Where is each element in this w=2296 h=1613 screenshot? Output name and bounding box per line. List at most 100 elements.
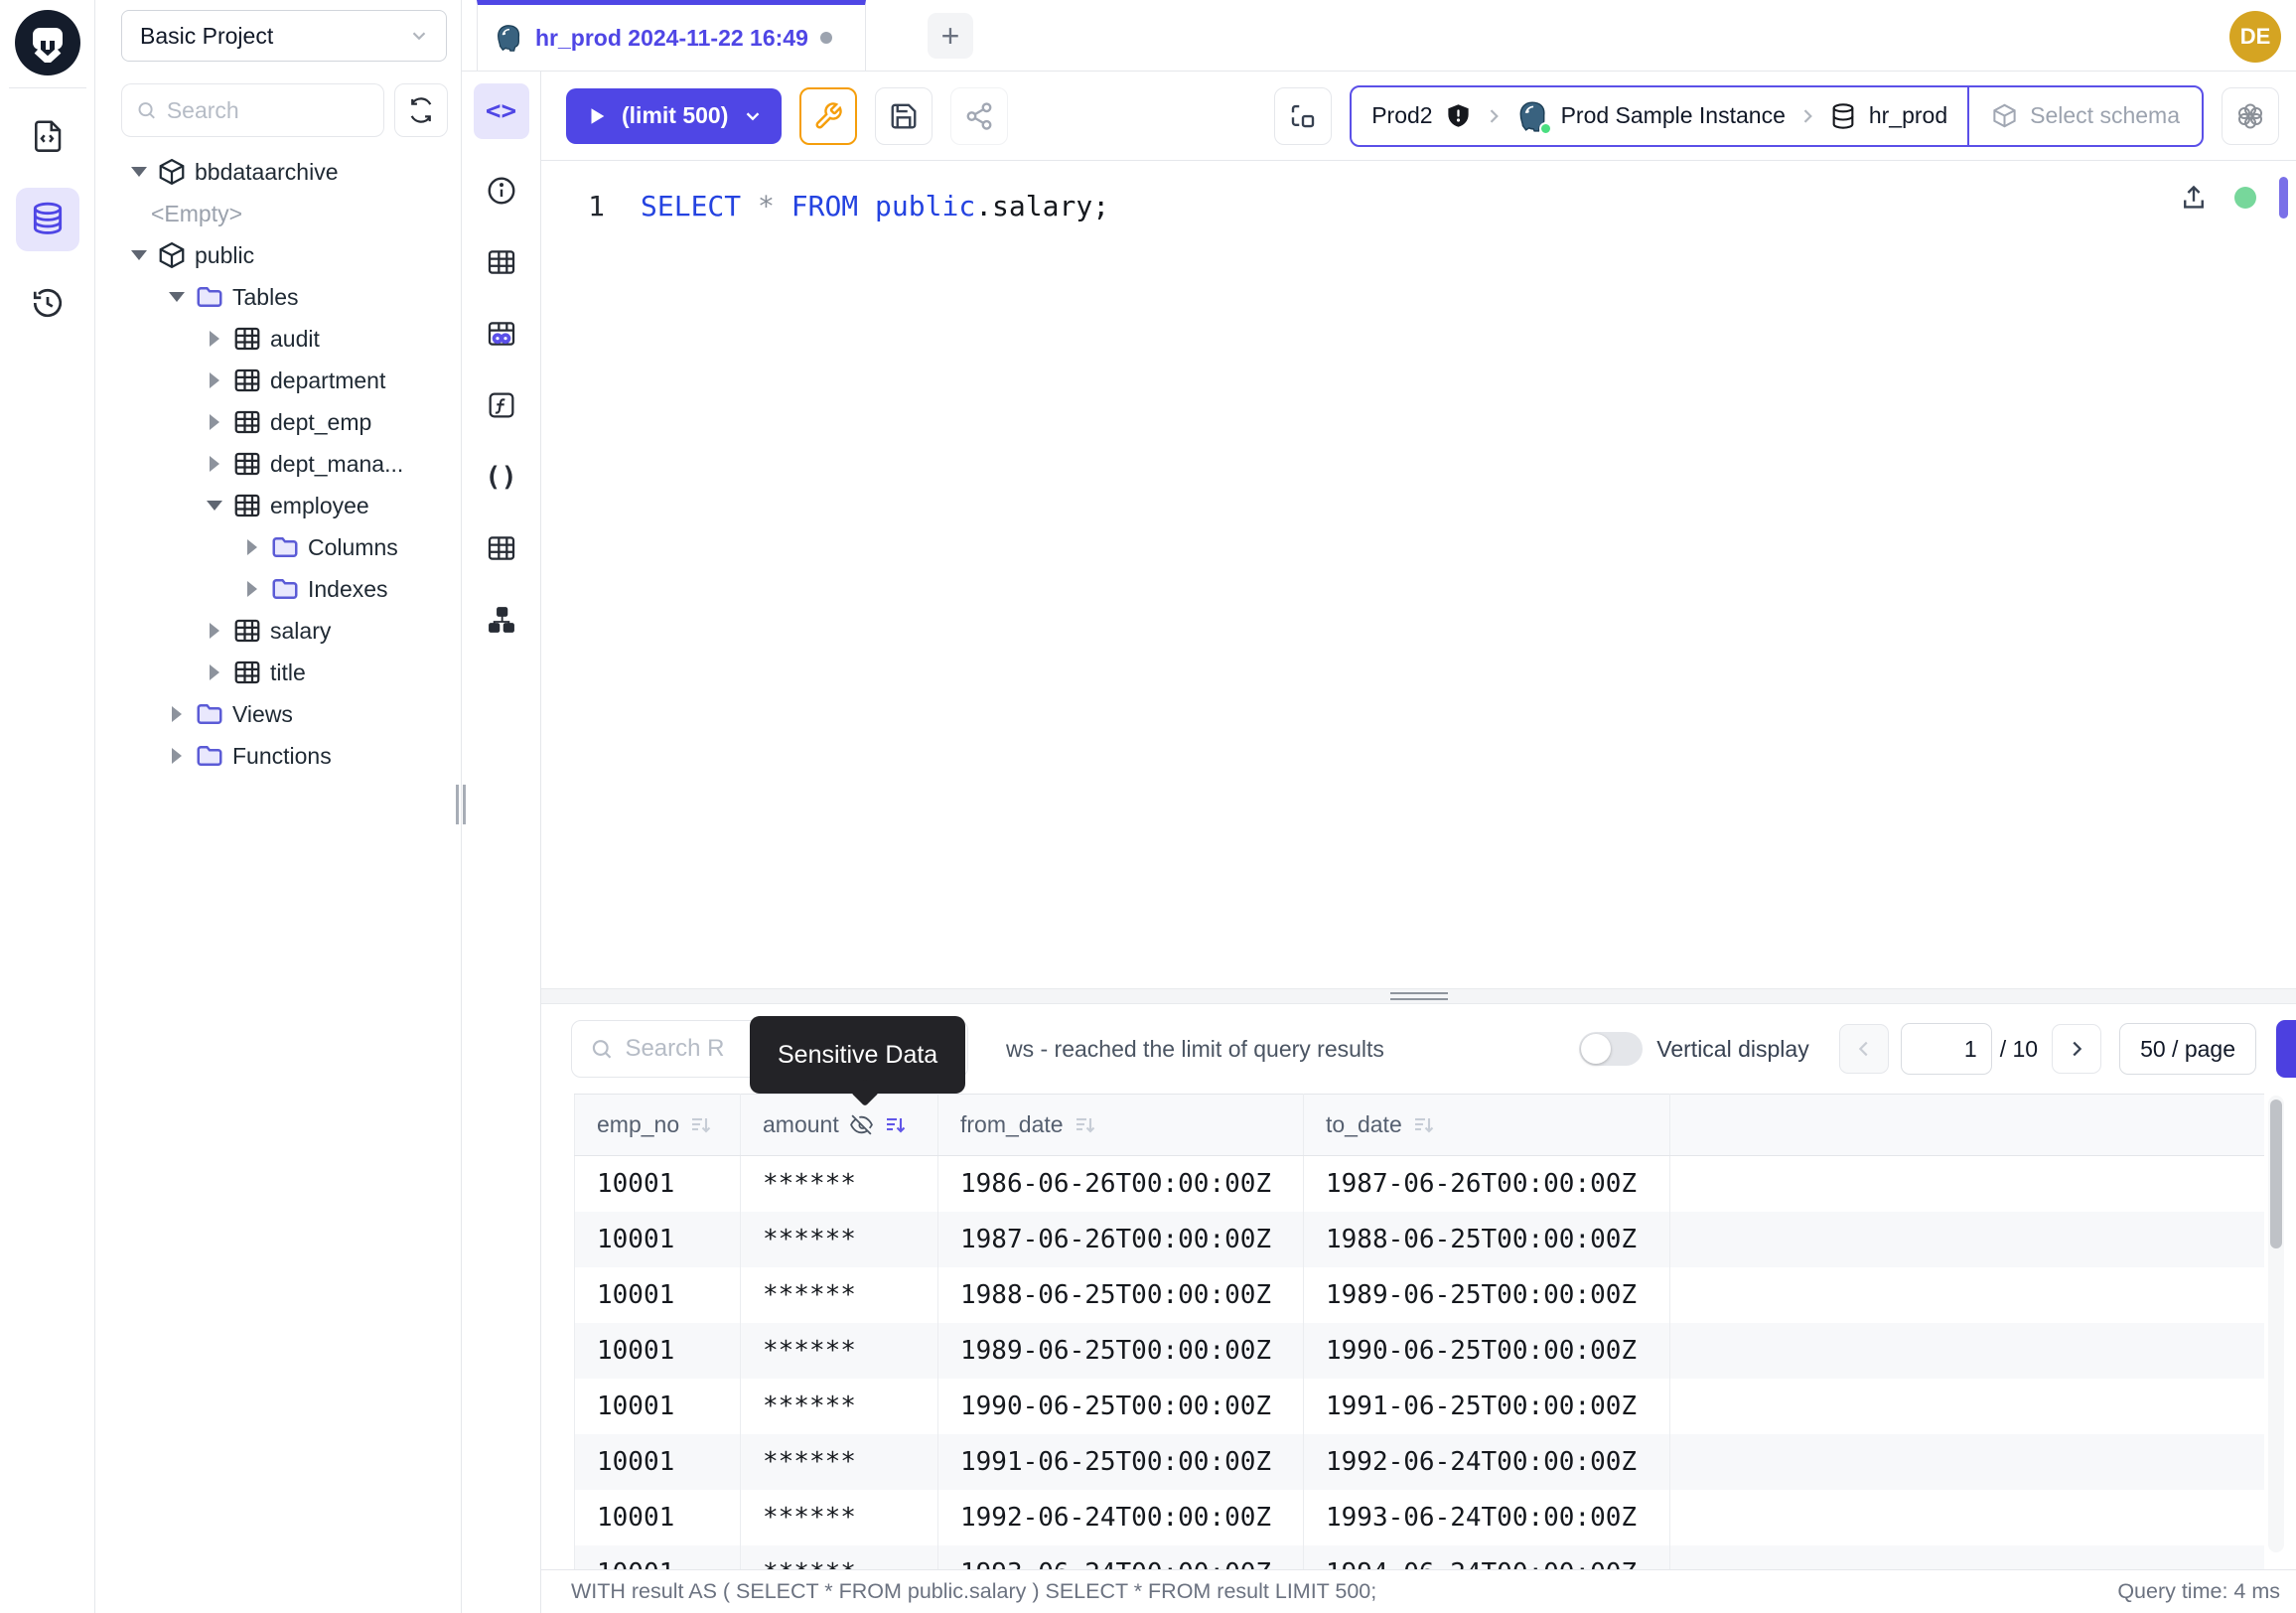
tree-item-salary[interactable]: salary [95,610,461,652]
chevron-down-icon [203,501,226,511]
user-avatar[interactable]: DE [2229,11,2281,63]
table-row[interactable]: 10001******1988-06-25T00:00:00Z1989-06-2… [575,1267,2265,1323]
sql-editor[interactable]: 1 SELECT * FROM public.salary; [541,161,2296,988]
eye-off-icon[interactable] [849,1112,874,1137]
table-row[interactable]: 10001******1987-06-26T00:00:00Z1988-06-2… [575,1212,2265,1267]
column-header-from_date[interactable]: from_date [938,1095,1304,1156]
editor-scrollbar[interactable] [2279,177,2288,219]
tree-item-empty[interactable]: <Empty> [95,193,461,234]
chevron-right-icon [203,414,226,430]
tree-item-columns[interactable]: Columns [95,526,461,568]
table-row[interactable]: 10001******1989-06-25T00:00:00Z1990-06-2… [575,1323,2265,1379]
upload-icon[interactable] [2179,183,2209,213]
folder-icon [195,699,224,729]
chevron-right-icon [2066,1038,2087,1060]
function-icon[interactable] [480,383,523,427]
chevron-right-icon [240,581,264,597]
bytebase-logo-icon[interactable] [15,10,80,75]
vertical-display-toggle[interactable] [1579,1032,1643,1066]
vertical-display-label: Vertical display [1656,1036,1808,1063]
tree-item-tables[interactable]: Tables [95,276,461,318]
tree-item-public[interactable]: public [95,234,461,276]
play-icon [586,105,608,127]
sort-icon[interactable] [689,1113,713,1137]
panel-resize-handle[interactable] [541,988,2296,1004]
tab-hr-prod[interactable]: hr_prod 2024-11-22 16:49 [477,0,866,71]
next-page-button[interactable] [2052,1024,2101,1074]
tree-item-bbdataarchive[interactable]: bbdataarchive [95,151,461,193]
sort-icon[interactable] [1412,1113,1436,1137]
instance-status-dot [1539,122,1552,135]
chevron-right-icon [165,748,189,764]
chevron-right-icon [203,456,226,472]
chevron-right-icon [203,623,226,639]
sidebar-search-field[interactable] [167,97,369,124]
editor-rail: <> () [462,72,541,1613]
new-tab-button[interactable]: + [928,13,973,59]
tree-item-dept-mana[interactable]: dept_mana... [95,443,461,485]
table-icon [232,324,262,354]
column-header-to_date[interactable]: to_date [1304,1095,1670,1156]
table-row[interactable]: 10001******1986-06-26T00:00:00Z1987-06-2… [575,1156,2265,1212]
worksheet-icon[interactable] [16,104,79,168]
table-scrollbar[interactable] [2268,1096,2284,1552]
query-time-label: Query time: 4 ms [2117,1579,2280,1604]
tree-item-title[interactable]: title [95,652,461,693]
project-selector-value: Basic Project [140,23,273,50]
tree-item-dept-emp[interactable]: dept_emp [95,401,461,443]
table-row[interactable]: 10001******1993-06-24T00:00:00Z1994-06-2… [575,1545,2265,1570]
run-query-button[interactable]: (limit 500) [566,88,782,144]
tree-item-department[interactable]: department [95,360,461,401]
ai-assistant-icon[interactable] [2222,87,2279,145]
table-info-icon[interactable] [480,240,523,284]
masked-table-icon[interactable] [480,312,523,356]
tree-item-employee[interactable]: employee [95,485,461,526]
schema-diagram-icon[interactable] [480,598,523,642]
cube-icon [157,240,187,270]
tree-item-indexes[interactable]: Indexes [95,568,461,610]
refresh-icon[interactable] [394,83,448,137]
result-table-icon[interactable] [480,526,523,570]
table-icon [232,366,262,395]
environment-label: Prod2 [1371,102,1432,129]
code-view-button[interactable]: <> [474,83,529,139]
parameters-icon[interactable]: () [480,455,523,499]
table-icon [232,449,262,479]
select-schema-button[interactable]: Select schema [1967,87,2202,145]
column-header-emp_no[interactable]: emp_no [575,1095,741,1156]
info-icon[interactable] [480,169,523,213]
chevron-right-icon [203,664,226,680]
sidebar-search-input[interactable] [121,83,384,137]
chevron-down-icon [127,250,151,260]
tree-item-views[interactable]: Views [95,693,461,735]
chevron-right-icon [240,539,264,555]
results-body: 10001******1986-06-26T00:00:00Z1987-06-2… [575,1156,2265,1570]
panel-action-button[interactable] [2276,1020,2296,1078]
chevron-right-icon [165,706,189,722]
project-selector[interactable]: Basic Project [121,10,447,62]
sidebar-resize-handle[interactable] [456,785,466,824]
prev-page-button[interactable] [1839,1024,1889,1074]
page-size-select[interactable]: 50 / page [2119,1023,2256,1075]
tree-item-functions[interactable]: Functions [95,735,461,777]
table-icon [232,658,262,687]
sort-icon[interactable] [1074,1113,1097,1137]
search-icon [136,98,157,122]
tree-item-audit[interactable]: audit [95,318,461,360]
sort-icon[interactable] [884,1113,908,1137]
folder-icon [195,282,224,312]
breadcrumb-main[interactable]: Prod2 Prod Sample [1352,87,1967,145]
database-nav-icon[interactable] [16,188,79,251]
table-row[interactable]: 10001******1990-06-25T00:00:00Z1991-06-2… [575,1379,2265,1434]
history-icon[interactable] [16,271,79,335]
tab-title: hr_prod 2024-11-22 16:49 [535,25,808,52]
save-icon[interactable] [875,87,933,145]
query-limit-notice: ws - reached the limit of query results [1006,1004,1384,1094]
share-icon[interactable] [950,87,1008,145]
column-header-amount[interactable]: amount [741,1095,938,1156]
batch-query-icon[interactable] [1274,87,1332,145]
wrench-icon[interactable] [799,87,857,145]
table-row[interactable]: 10001******1992-06-24T00:00:00Z1993-06-2… [575,1490,2265,1545]
table-row[interactable]: 10001******1991-06-25T00:00:00Z1992-06-2… [575,1434,2265,1490]
page-number-input[interactable] [1901,1023,1992,1075]
